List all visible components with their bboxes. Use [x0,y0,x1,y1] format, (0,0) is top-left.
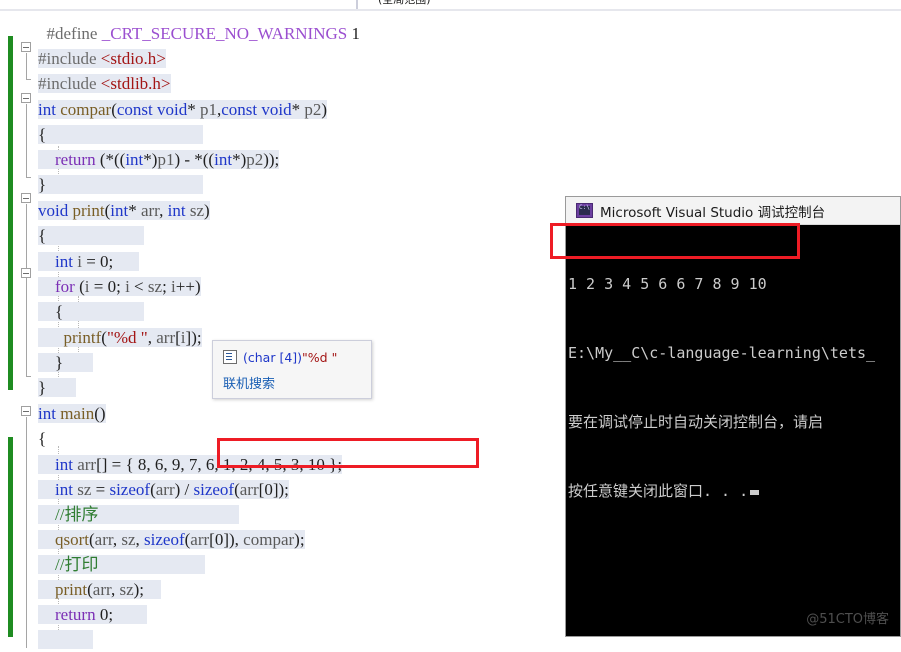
fold-bracket-print [26,204,27,376]
change-bar-top [8,36,13,390]
scope-combobox-edge [356,0,358,9]
code-line-for-close-brace[interactable]: } [38,350,93,375]
code-line-trailing[interactable] [38,627,94,652]
tooltip-value-row: (char [4])"%d " [223,350,337,365]
tooltip-type-cast: (char [4]) [243,350,303,365]
console-output-area[interactable]: 1 2 3 4 5 6 6 7 8 9 10 E:\My__C\c-langua… [566,225,900,636]
console-line-autoclose: 要在调试停止时自动关闭控制台，请启 [568,413,824,431]
code-line-for[interactable]: for (i = 0; i < sz; i++) [38,274,201,299]
console-app-icon [576,203,593,218]
code-line-int-i[interactable]: int i = 0; [38,249,139,274]
code-line-comment-sort[interactable]: //排序 [38,502,239,527]
fold-toggle-includes[interactable] [21,42,31,52]
code-line-include-stdlib[interactable]: #include <stdlib.h> [38,71,171,96]
code-line-main-signature[interactable]: int main() [38,401,106,426]
code-line-print-close-brace[interactable]: } [38,375,76,400]
debug-console-window[interactable]: Microsoft Visual Studio 调试控制台 1 2 3 4 5 … [565,196,901,637]
fold-bracket-main [26,417,27,648]
console-line-path: E:\My__C\c-language-learning\tets_ [568,344,876,362]
change-bar-bottom [8,437,13,637]
code-line-sz-decl[interactable]: int sz = sizeof(arr) / sizeof(arr[0]); [38,477,289,502]
quick-info-tooltip: (char [4])"%d " 联机搜索 [212,340,372,399]
code-line-comment-print[interactable]: //打印 [38,552,205,577]
fold-bracket-includes-foot [26,79,31,80]
code-line-define[interactable]: #define _CRT_SECURE_NO_WARNINGS 1 [38,21,360,46]
code-line-print-signature[interactable]: void print(int* arr, int sz) [38,198,210,223]
fold-toggle-compar[interactable] [21,93,31,103]
code-line-print-open-brace[interactable]: { [38,223,144,248]
code-line-compar-return[interactable]: return (*((int*)p1) - *((int*)p2)); [38,147,280,172]
code-line-qsort[interactable]: qsort(arr, sz, sizeof(arr[0]), compar); [38,527,305,552]
outlining-gutter[interactable] [20,11,38,648]
fold-toggle-print[interactable] [21,193,31,203]
console-titlebar[interactable]: Microsoft Visual Studio 调试控制台 [566,197,900,225]
code-line-for-open-brace[interactable]: { [38,299,144,324]
fold-bracket-compar-foot [26,177,31,178]
console-cursor [750,490,760,495]
code-line-return-zero[interactable]: return 0; [38,602,148,627]
scope-combobox-label: (全局范围) [378,0,431,7]
code-line-include-stdio[interactable]: #include <stdio.h> [38,46,166,71]
code-line-printf[interactable]: printf("%d ", arr[i]); [38,325,202,350]
watermark: @51CTO博客 [806,612,889,627]
fold-bracket-print-foot [26,376,31,377]
code-line-array-decl[interactable]: int arr[] = { 8, 6, 9, 7, 6, 1, 2, 4, 5,… [38,452,343,477]
console-line-numbers: 1 2 3 4 5 6 6 7 8 9 10 [568,275,767,293]
vs-toolbar-strip: (全局范围) [0,0,901,11]
online-search-link[interactable]: 联机搜索 [223,373,275,392]
code-line-main-open-brace[interactable]: { [38,426,46,451]
code-line-compar-signature[interactable]: int compar(const void* p1,const void* p2… [38,97,327,122]
code-line-compar-close-brace[interactable]: } [38,172,204,197]
console-title-text: Microsoft Visual Studio 调试控制台 [600,205,826,221]
expand-icon[interactable] [223,350,237,364]
tooltip-value: "%d " [302,350,338,365]
fold-toggle-for[interactable] [21,268,31,278]
fold-bracket-compar [26,104,27,177]
fold-bracket-includes [26,53,27,79]
code-line-print-call[interactable]: print(arr, sz); [38,577,162,602]
console-presskey-text: 按任意键关闭此窗口. . . [568,482,749,500]
code-line-compar-open-brace[interactable]: { [38,122,204,147]
fold-toggle-main[interactable] [21,406,31,416]
console-line-presskey: 按任意键关闭此窗口. . . [568,480,900,503]
